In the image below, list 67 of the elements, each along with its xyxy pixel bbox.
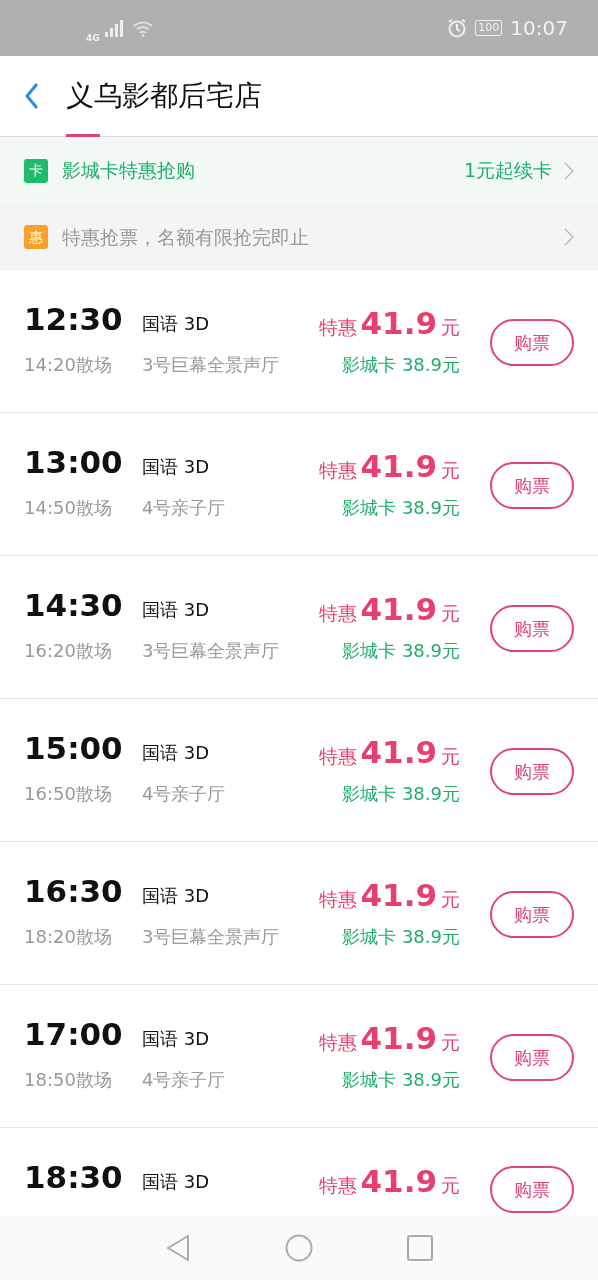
language-format: 国语 3D [142,1026,211,1051]
start-time: 12:30 [24,300,124,339]
buy-button[interactable]: 购票 [490,891,574,939]
discount-banner[interactable]: 惠 特惠抢票，名额有限抢完即止 [0,204,598,270]
card-price: 影城卡 38.9元 [341,924,460,949]
renew-card-link[interactable]: 1元起续卡 [463,156,552,185]
buy-button[interactable]: 购票 [490,319,574,367]
battery-level: 100 [475,20,503,36]
card-price: 影城卡 38.9元 [341,495,460,520]
hall-name: 4号亲子厅 [142,1067,227,1092]
signal-icon [103,19,124,37]
discount-price: 特惠 41.9 元 [317,733,460,772]
end-time: 18:50散场 [24,1067,113,1092]
recents-icon[interactable] [407,1234,433,1261]
chevron-right-icon [564,161,574,180]
discount-price: 特惠 41.9 元 [317,304,460,343]
card-price: 影城卡 38.9元 [341,352,460,377]
discount-price: 特惠 41.9 元 [317,447,460,486]
start-time: 18:30 [24,1158,124,1197]
hall-name: 3号巨幕全景声厅 [142,638,281,663]
buy-button[interactable]: 购票 [490,1166,574,1213]
buy-button[interactable]: 购票 [490,1034,574,1082]
network-label: 4G [86,32,100,46]
buy-button[interactable]: 购票 [490,748,574,796]
banner-text: 特惠抢票，名额有限抢完即止 [62,224,309,250]
language-format: 国语 3D [142,454,211,479]
discount-price: 特惠 41.9 元 [317,1162,460,1201]
back-icon[interactable] [165,1233,191,1262]
end-time: 16:20散场 [24,638,113,663]
clock: 10:07 [510,15,568,42]
buy-button[interactable]: 购票 [490,605,574,653]
end-time: 14:20散场 [24,352,113,377]
language-format: 国语 3D [142,740,211,765]
hall-name: 4号亲子厅 [142,495,227,520]
badge-icon: 惠 [24,225,48,249]
end-time: 18:20散场 [24,924,113,949]
language-format: 国语 3D [142,597,211,622]
hall-name: 3号巨幕全景声厅 [142,352,281,377]
language-format: 国语 3D [142,311,211,336]
start-time: 17:00 [24,1015,124,1054]
wifi-icon [131,19,154,37]
card-price: 影城卡 38.9元 [341,781,460,806]
badge-icon: 卡 [24,158,48,183]
start-time: 16:30 [24,872,124,911]
discount-price: 特惠 41.9 元 [317,590,460,629]
discount-price: 特惠 41.9 元 [317,1019,460,1058]
start-time: 15:00 [24,729,124,768]
hall-name: 4号亲子厅 [142,781,227,806]
home-icon[interactable] [285,1233,313,1262]
language-format: 国语 3D [142,883,211,908]
end-time: 16:50散场 [24,781,113,806]
card-price: 影城卡 38.9元 [341,1067,460,1092]
hall-name: 3号巨幕全景声厅 [142,924,281,949]
buy-button[interactable]: 购票 [490,462,574,510]
card-promo-banner[interactable]: 卡 影城卡特惠抢购 1元起续卡 [0,137,598,204]
discount-price: 特惠 41.9 元 [317,876,460,915]
end-time: 14:50散场 [24,495,113,520]
start-time: 14:30 [24,586,124,625]
language-format: 国语 3D [142,1169,211,1194]
card-price: 影城卡 38.9元 [341,638,460,663]
tab-indicator [66,134,100,137]
page-title: 义乌影都后宅店 [66,78,262,114]
chevron-right-icon [564,228,574,246]
back-icon[interactable] [24,82,40,110]
start-time: 13:00 [24,443,124,482]
alarm-icon [447,18,468,38]
banner-text: 影城卡特惠抢购 [62,158,195,184]
